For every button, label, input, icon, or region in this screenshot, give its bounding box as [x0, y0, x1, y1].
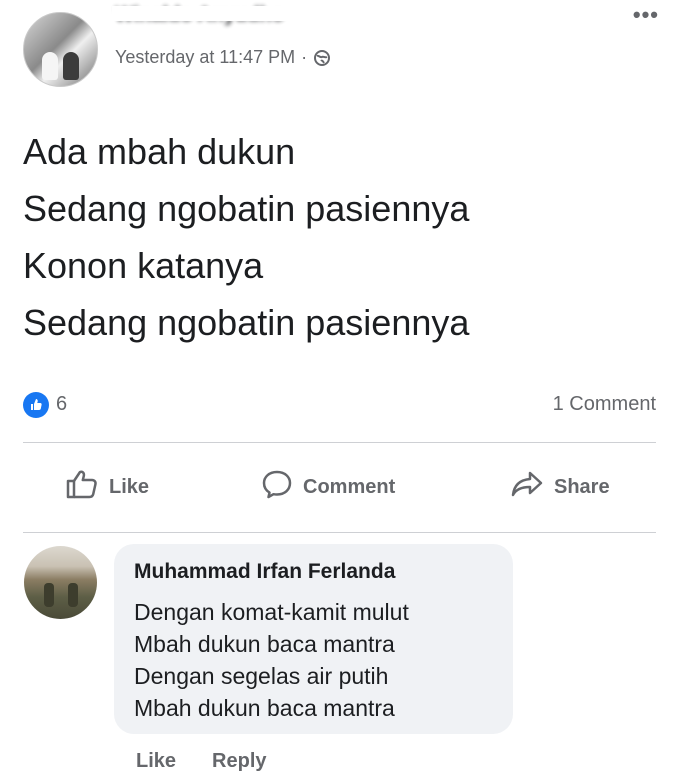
more-options-button[interactable]: •••: [633, 2, 659, 28]
commenter-avatar[interactable]: [24, 546, 97, 619]
thumbs-up-icon: [65, 469, 99, 505]
post-text: Ada mbah dukun Sedang ngobatin pasiennya…: [23, 123, 653, 351]
author-avatar[interactable]: [23, 12, 98, 87]
post-text-line: Konon katanya: [23, 245, 264, 286]
post-actions: Like Comment Share: [23, 458, 656, 516]
divider: [23, 442, 656, 443]
comment-like-button[interactable]: Like: [136, 750, 176, 773]
comment-text-line: Dengan segelas air putih: [134, 663, 389, 689]
share-label: Share: [554, 475, 610, 498]
like-label: Like: [109, 475, 150, 498]
meta-separator: ·: [301, 47, 308, 67]
post-meta: Yesterday at 11:47 PM ·: [115, 47, 331, 68]
comment-text-line: Mbah dukun baca mantra: [134, 631, 395, 657]
comment-actions: Like Reply: [136, 750, 267, 773]
avatar-detail: [68, 583, 78, 607]
globe-icon: [313, 49, 331, 67]
comment-bubble: Muhammad Irfan Ferlanda Dengan komat-kam…: [114, 544, 513, 734]
like-button[interactable]: Like: [65, 458, 149, 516]
comment: Muhammad Irfan Ferlanda Dengan komat-kam…: [24, 544, 664, 734]
avatar-detail: [44, 583, 54, 607]
post-text-line: Sedang ngobatin pasiennya: [23, 302, 470, 343]
comment-label: Comment: [303, 475, 396, 498]
post-header: Winaldo Anyudho Yesterday at 11:47 PM · …: [20, 2, 665, 87]
post-text-line: Ada mbah dukun: [23, 131, 296, 172]
avatar-figure: [63, 52, 79, 80]
comment-text-line: Mbah dukun baca mantra: [134, 695, 395, 721]
comment-button[interactable]: Comment: [261, 458, 395, 516]
speech-bubble-icon: [261, 469, 293, 505]
comment-text: Dengan komat-kamit mulut Mbah dukun baca…: [134, 596, 409, 724]
reaction-count[interactable]: 6: [56, 393, 67, 416]
share-arrow-icon: [510, 470, 544, 504]
comment-count[interactable]: 1 Comment: [553, 393, 656, 416]
comment-reply-button[interactable]: Reply: [212, 750, 266, 773]
post-text-line: Sedang ngobatin pasiennya: [23, 188, 470, 229]
author-name-redaction: [112, 6, 347, 21]
post-timestamp[interactable]: Yesterday at 11:47 PM: [115, 47, 295, 68]
commenter-name[interactable]: Muhammad Irfan Ferlanda: [134, 560, 395, 584]
divider: [23, 532, 656, 533]
reaction-stats: 6 1 Comment: [23, 390, 656, 420]
share-button[interactable]: Share: [510, 458, 610, 516]
avatar-figure: [42, 52, 58, 80]
comment-text-line: Dengan komat-kamit mulut: [134, 599, 409, 625]
like-badge-icon[interactable]: [23, 392, 49, 418]
